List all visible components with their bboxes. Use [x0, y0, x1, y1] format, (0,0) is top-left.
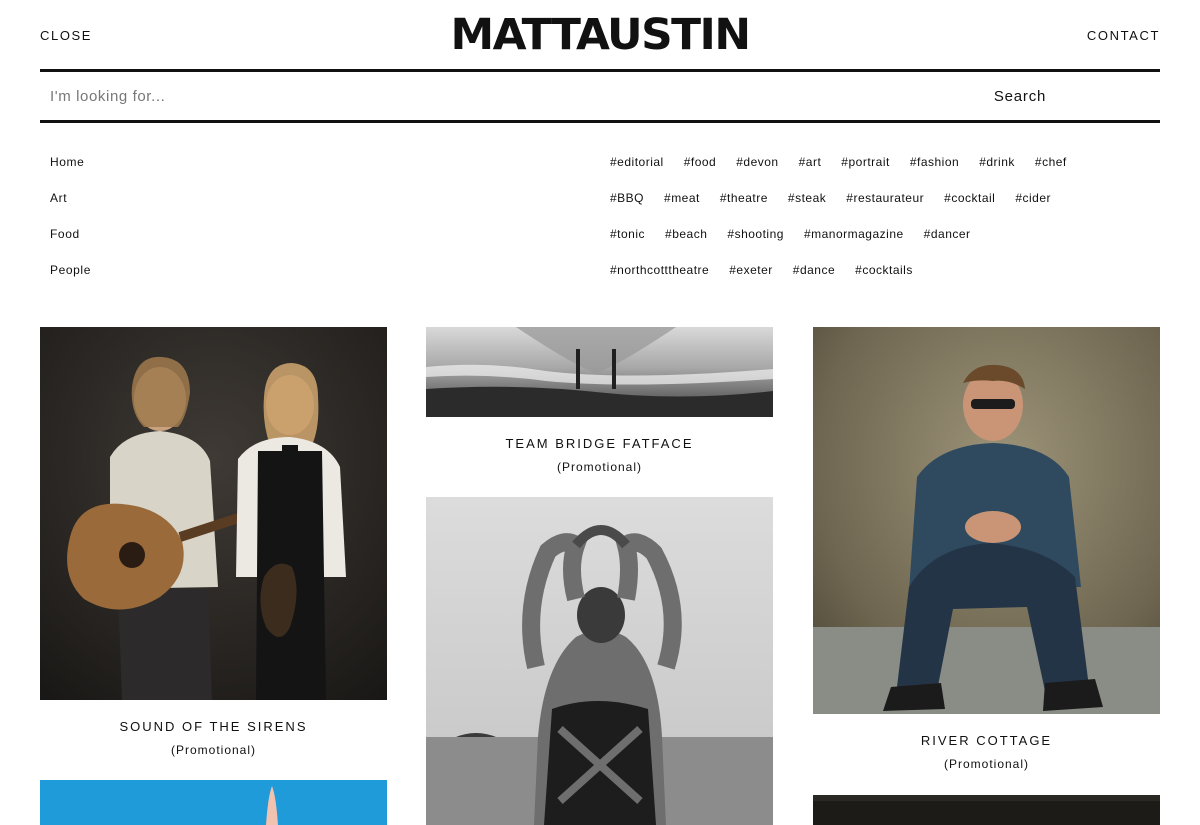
- project-title: TEAM BRIDGE FATFACE: [505, 436, 694, 451]
- project-card-team-bridge-fatface[interactable]: TEAM BRIDGE FATFACE (Promotional): [426, 327, 773, 487]
- project-card-river-cottage[interactable]: RIVER COTTAGE (Promotional): [813, 327, 1160, 777]
- tag-link[interactable]: #cocktail: [944, 188, 995, 208]
- project-photo: [426, 327, 773, 417]
- tag-link[interactable]: #cocktails: [855, 260, 913, 280]
- tag-link[interactable]: #tonic: [610, 224, 645, 244]
- site-logo[interactable]: MATTAUSTIN: [423, 13, 778, 57]
- project-photo: [40, 327, 387, 700]
- tag-row: #BBQ #meat #theatre #steak #restaurateur #coc…: [610, 188, 1160, 224]
- menu-item-art[interactable]: Art: [50, 188, 91, 224]
- tag-link[interactable]: #shooting: [727, 224, 784, 244]
- tag-link[interactable]: #food: [684, 152, 717, 172]
- project-title: SOUND OF THE SIRENS: [119, 719, 308, 734]
- tag-link[interactable]: #fashion: [910, 152, 959, 172]
- tag-link[interactable]: #restaurateur: [846, 188, 924, 208]
- site-header: CLOSE MATTAUSTIN CONTACT: [40, 0, 1160, 72]
- tag-link[interactable]: #beach: [665, 224, 707, 244]
- tag-cloud: #editorial #food #devon #art #portrait #fashi…: [610, 152, 1160, 296]
- tag-link[interactable]: #dancer: [924, 224, 971, 244]
- close-menu-link[interactable]: CLOSE: [40, 28, 92, 43]
- search-button[interactable]: Search: [880, 72, 1160, 123]
- tag-row: #editorial #food #devon #art #portrait #fashi…: [610, 152, 1160, 188]
- tag-row: #northcotttheatre #exeter #dance #cocktails: [610, 260, 1160, 296]
- tag-link[interactable]: #exeter: [729, 260, 773, 280]
- tag-link[interactable]: #chef: [1035, 152, 1067, 172]
- tag-link[interactable]: #theatre: [720, 188, 768, 208]
- project-photo: [40, 780, 387, 825]
- project-photo: [813, 795, 1160, 825]
- menu-item-home[interactable]: Home: [50, 152, 91, 188]
- tag-link[interactable]: #portrait: [841, 152, 890, 172]
- project-photo: [426, 497, 773, 825]
- project-card-sound-of-the-sirens[interactable]: SOUND OF THE SIRENS (Promotional): [40, 327, 387, 777]
- project-photo-next[interactable]: [40, 780, 387, 825]
- tag-link[interactable]: #dance: [793, 260, 835, 280]
- project-category: (Promotional): [170, 743, 257, 757]
- project-category: (Promotional): [556, 460, 643, 474]
- search-input[interactable]: [40, 72, 880, 123]
- tag-link[interactable]: #cider: [1015, 188, 1051, 208]
- menu-item-people[interactable]: People: [50, 260, 91, 296]
- contact-link[interactable]: CONTACT: [1087, 28, 1160, 43]
- project-photo-swimmer[interactable]: [426, 497, 773, 825]
- tag-row: #tonic #beach #shooting #manormagazine #danc…: [610, 224, 1160, 260]
- tag-link[interactable]: #steak: [788, 188, 826, 208]
- tag-link[interactable]: #manormagazine: [804, 224, 904, 244]
- tag-link[interactable]: #art: [799, 152, 822, 172]
- tag-link[interactable]: #BBQ: [610, 188, 644, 208]
- search-bar: Search: [40, 72, 1160, 124]
- project-category: (Promotional): [943, 757, 1030, 771]
- project-photo-next[interactable]: [813, 795, 1160, 825]
- tag-link[interactable]: #meat: [664, 188, 700, 208]
- project-title: RIVER COTTAGE: [920, 733, 1053, 748]
- tag-link[interactable]: #devon: [736, 152, 778, 172]
- main-menu: Home Art Food People: [50, 152, 91, 296]
- tag-link[interactable]: #editorial: [610, 152, 664, 172]
- tag-link[interactable]: #drink: [979, 152, 1015, 172]
- tag-link[interactable]: #northcotttheatre: [610, 260, 709, 280]
- menu-item-food[interactable]: Food: [50, 224, 91, 260]
- project-photo: [813, 327, 1160, 714]
